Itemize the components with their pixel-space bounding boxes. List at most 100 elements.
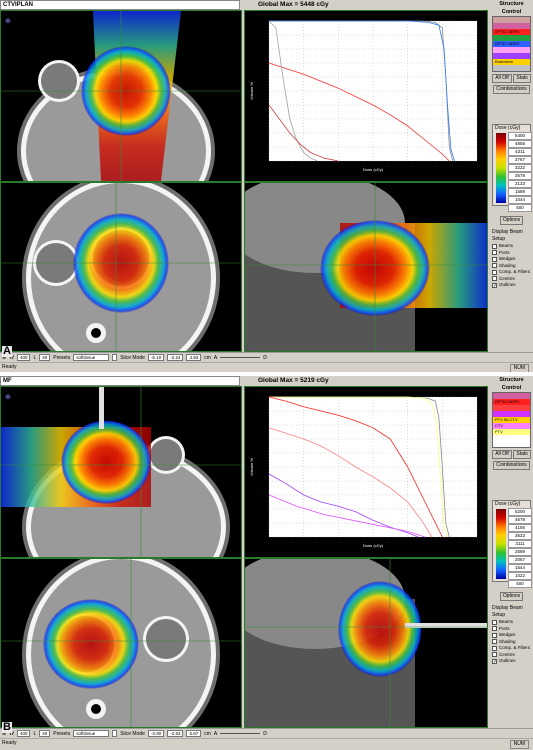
beam-option-checkbox[interactable] [492,250,497,256]
dose-level-value[interactable]: 3111 [508,540,532,548]
dose-level-value[interactable]: 3633 [508,532,532,540]
beam-option-checkbox[interactable] [492,632,497,638]
dose-level-value[interactable]: 2589 [508,548,532,556]
beam-option[interactable]: ✓ Outlines [492,282,533,289]
dose-level-value[interactable]: 4311 [508,148,532,156]
orbit [41,63,77,99]
coronal-image [1,559,241,727]
dvh-ylabel: Volume % [249,458,254,476]
beam-option-checkbox[interactable] [492,639,497,645]
dose-level-value[interactable]: 4156 [508,524,532,532]
dose-level-value[interactable]: 3222 [508,164,532,172]
beam-setup-group: Display Beam Setup Beams Ports Wedges Shadi… [490,605,533,665]
slice-slider[interactable] [220,357,261,358]
unit-label: cm [204,730,211,737]
stats-button[interactable]: Stats [513,450,531,459]
num-lock-indicator: NUM [509,740,529,749]
dvh-chart[interactable]: Volume % Dose (cGy) [244,386,488,558]
sagittal-view[interactable] [244,182,488,352]
dose-level-value[interactable]: 500 [508,580,532,588]
dvh-svg: Volume % Dose (cGy) [249,20,478,172]
coord-x-input[interactable]: -5.10 [147,354,165,361]
structure-control-title: Structure Control [499,1,524,15]
beam-option-checkbox[interactable] [492,626,497,632]
dose-level-value[interactable]: 3767 [508,156,532,164]
level-input[interactable]: 40 [39,730,51,737]
level-input[interactable]: 40 [39,354,51,361]
presets-select[interactable]: softtissue [73,730,110,737]
stats-button[interactable]: Stats [513,74,531,83]
dvh-svg: Volume % Dose (cGy) [249,396,478,548]
dose-level-value[interactable]: 500 [508,204,532,212]
window-input[interactable]: 400 [16,730,31,737]
coronal-view[interactable] [0,558,242,728]
structure-list[interactable]: OPTIC NERV OPTIC NERV Brainstem [492,16,531,72]
dose-level-value[interactable]: 4856 [508,140,532,148]
beam-option-checkbox[interactable] [492,256,497,262]
beam-option[interactable]: ✓ Outlines [492,658,533,665]
coord-z-input[interactable]: 4.93 [186,354,202,361]
beam-option-checkbox[interactable]: ✓ [492,658,497,664]
window-input[interactable]: 400 [16,354,31,361]
dose-level-value[interactable]: 4678 [508,516,532,524]
dose-level-value[interactable]: 1022 [508,572,532,580]
structure-item[interactable] [493,71,530,72]
options-button[interactable]: Options [499,216,524,225]
sagittal-view[interactable] [244,558,488,728]
structure-item[interactable]: PTV [493,429,530,435]
beam-option-checkbox[interactable] [492,243,497,249]
dose-level-value[interactable]: 5200 [508,508,532,516]
dose-levels[interactable]: 5200 4678 4156 3633 3111 2589 2067 1544 1022 500 [508,508,532,588]
plan-name-field[interactable]: MF [0,376,240,386]
dose-level-value[interactable]: 2133 [508,180,532,188]
plan-name-field[interactable]: CTVIPLAN [0,0,240,10]
dose-legend: Dose (cGy) 5400 4856 4311 3767 3222 2678 2133 1… [492,124,532,212]
dose-level-value[interactable]: 2067 [508,556,532,564]
all-off-button[interactable]: All Off [492,450,512,459]
beam-option-checkbox[interactable] [492,263,497,269]
status-text: Ready [2,364,17,370]
beam-option-checkbox[interactable] [492,619,497,625]
dose-legend: Dose (cGy) 5200 4678 4156 3633 3111 2589 2067 1… [492,500,532,588]
slice-slider[interactable] [220,733,261,734]
presets-select[interactable]: softtissue [73,354,110,361]
panel-label: B [2,721,12,733]
control-bar: ⊕ W 400 L 40 Presets softtissue Slice Mode … [0,352,533,362]
all-off-button[interactable]: All Off [492,74,512,83]
options-button[interactable]: Options [499,592,524,601]
dose-level-value[interactable]: 1044 [508,196,532,204]
panel-b: MF Global Max = 5219 cGy ⊕ Volume % Dose … [0,376,533,749]
axial-view[interactable]: ⊕ [0,386,242,558]
beam-option-checkbox[interactable] [492,269,497,275]
beam-option-checkbox[interactable] [492,276,497,282]
dose-wash [43,599,139,689]
coord-y-input[interactable]: -2.53 [167,730,184,737]
coord-y-input[interactable]: -2.24 [167,354,184,361]
coord-x-input[interactable]: -3.90 [147,730,165,737]
slider-d-label: D [263,730,267,737]
dose-levels[interactable]: 5400 4856 4311 3767 3222 2678 2133 1589 1044 500 [508,132,532,212]
beam-setup-title: Display Beam Setup [492,605,523,618]
dose-level-value[interactable]: 5400 [508,132,532,140]
slice-mode-checkbox[interactable] [112,354,118,361]
beam-option-checkbox[interactable] [492,652,497,658]
dose-level-value[interactable]: 1544 [508,564,532,572]
coord-z-input[interactable]: 5.67 [186,730,202,737]
orbit [146,619,186,659]
dose-level-value[interactable]: 1589 [508,188,532,196]
combinations-button[interactable]: Combinations [493,85,530,94]
unit-label: cm [204,354,211,361]
slider-d-label: D [263,354,267,361]
beam-option-checkbox[interactable] [492,645,497,651]
coronal-image [1,183,241,351]
global-max-readout: Global Max = 5219 cGy [244,376,488,386]
dose-wash [338,581,422,677]
combinations-button[interactable]: Combinations [493,461,530,470]
axial-view[interactable]: ⊕ [0,10,242,182]
slice-mode-checkbox[interactable] [112,730,118,737]
structure-list[interactable]: OPTIC NERV PTV 50-CTV CTV PTV [492,392,531,448]
beam-option-checkbox[interactable]: ✓ [492,282,497,288]
dose-level-value[interactable]: 2678 [508,172,532,180]
coronal-view[interactable] [0,182,242,352]
dvh-chart[interactable]: Volume % Dose (cGy) [244,10,488,182]
